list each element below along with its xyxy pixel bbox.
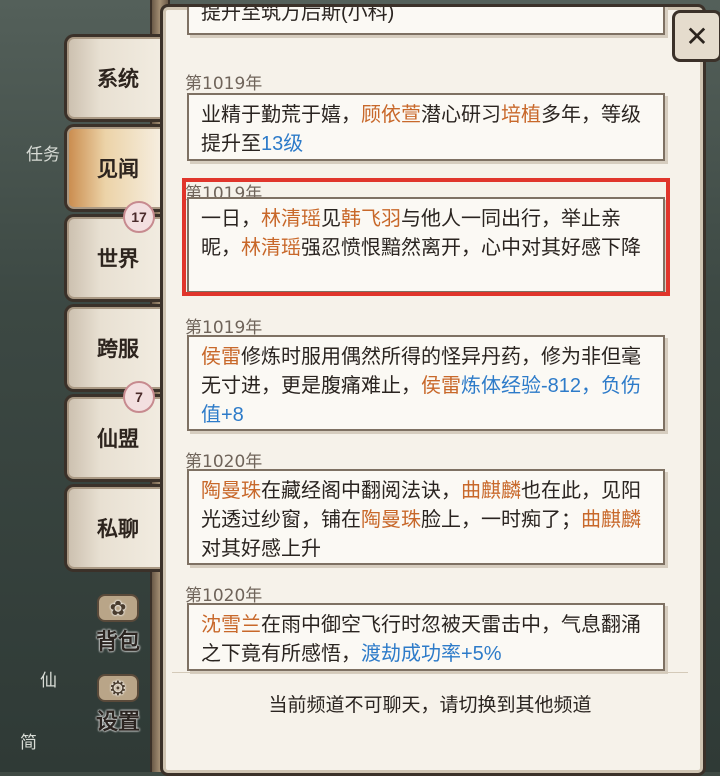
character-name: 陶曼珠 [361, 509, 421, 531]
news-feed[interactable]: 提升至筑万后斯(小科) 第1019年 业精于勤荒于嬉，顾依萱潜心研习培植多年，等… [173, 7, 683, 677]
news-card: 侯雷修炼时服用偶然所得的怪异丹药，修为非但毫无寸进，更是腹痛难止，侯雷炼体经验-… [187, 335, 665, 431]
news-panel: 提升至筑万后斯(小科) 第1019年 业精于勤荒于嬉，顾依萱潜心研习培植多年，等… [160, 4, 706, 776]
character-name: 曲麒麟 [461, 480, 521, 502]
stat-change: 渡劫成功率+5% [361, 643, 502, 665]
news-card-partial: 提升至筑万后斯(小科) [187, 7, 665, 35]
tab-label: 系统 [97, 68, 139, 91]
background-label-mid: 仙 [40, 671, 57, 691]
tab-cross-server[interactable]: 跨服 [64, 304, 163, 392]
bag-icon: ✿ [97, 594, 139, 622]
tab-alliance[interactable]: 7 仙盟 [64, 381, 163, 482]
character-name: 曲麒麟 [581, 509, 641, 531]
entry-text: 业精于勤荒于嬉， [201, 104, 361, 126]
tab-private-chat[interactable]: 私聊 [64, 484, 163, 572]
highlight-box [182, 178, 670, 296]
unread-badge: 7 [123, 381, 155, 413]
card-text: 提升至筑万后斯(小科) [201, 7, 395, 24]
entry-text: 对其好感上升 [201, 538, 321, 560]
tab-label: 私聊 [97, 518, 139, 541]
news-card: 陶曼珠在藏经阁中翻阅法诀，曲麒麟也在此，见阳光透过纱窗，铺在陶曼珠脸上，一时痴了… [187, 469, 665, 565]
news-card: 业精于勤荒于嬉，顾依萱潜心研习培植多年，等级提升至13级 [187, 93, 665, 161]
close-icon: ✕ [685, 19, 709, 53]
tab-label: 仙盟 [97, 428, 139, 451]
tab-world[interactable]: 17 世界 [64, 201, 163, 302]
background-label-bottom: 简 [20, 733, 37, 753]
tab-label: 见闻 [97, 158, 139, 181]
divider [172, 672, 688, 673]
tab-label: 世界 [97, 248, 139, 271]
character-name: 顾依萱 [361, 104, 421, 126]
background-label-task: 任务 [26, 145, 60, 165]
entry-text: 在藏经阁中翻阅法诀， [261, 480, 461, 502]
unread-badge: 17 [123, 201, 155, 233]
entry-year: 第1019年 [185, 74, 263, 94]
tab-system[interactable]: 系统 [64, 34, 163, 122]
character-name: 侯雷 [201, 346, 241, 368]
entry-text: 脸上，一时痴了； [421, 509, 581, 531]
entry-text: 潜心研习 [421, 104, 501, 126]
character-name: 培植 [501, 104, 541, 126]
settings-label: 设置 [95, 710, 140, 735]
bag-label: 背包 [95, 630, 140, 655]
character-name: 侯雷 [421, 375, 461, 397]
news-card: 沈雪兰在雨中御空飞行时忽被天雷击中，气息翻涌之下竟有所感悟，渡劫成功率+5% [187, 603, 665, 671]
tab-news[interactable]: 见闻 [64, 124, 163, 212]
settings-button[interactable]: ⚙ 设置 [82, 674, 154, 736]
gear-icon: ⚙ [97, 674, 139, 702]
character-name: 陶曼珠 [201, 480, 261, 502]
character-name: 沈雪兰 [201, 614, 261, 636]
channel-notice: 当前频道不可聊天，请切换到其他频道 [268, 695, 592, 716]
bag-button[interactable]: ✿ 背包 [82, 594, 154, 656]
close-button[interactable]: ✕ [672, 10, 720, 62]
stat-change: 13级 [261, 133, 304, 155]
tab-label: 跨服 [97, 338, 139, 361]
